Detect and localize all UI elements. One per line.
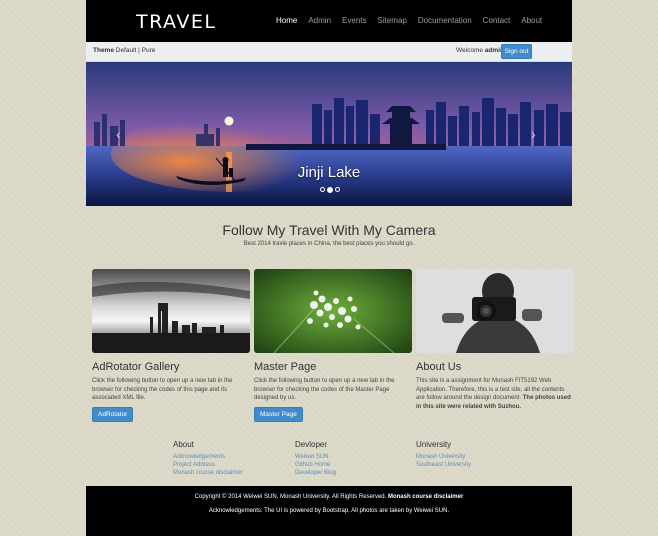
footer-link-weiwei-sun[interactable]: Weiwei SUN	[295, 453, 336, 461]
nav-sitemap[interactable]: Sitemap	[378, 16, 407, 25]
carousel-prev-icon[interactable]: ‹	[116, 126, 121, 142]
welcome-text: Welcome admin	[456, 47, 504, 54]
footer-link-github-home[interactable]: Github Home	[295, 461, 336, 469]
footer-link-southeast-university[interactable]: Southeast University	[416, 461, 471, 469]
nav-events[interactable]: Events	[342, 16, 366, 25]
about-us-title: About Us	[416, 361, 462, 373]
footer-copyright: Copyright © 2014 Weiwei SUN, Monash Univ…	[194, 494, 387, 500]
theme-label: Theme	[93, 47, 114, 54]
footer-acknowledgements: Acknowledgements: The UI is powered by B…	[208, 508, 450, 514]
theme-selector: Theme Default | Pure	[93, 47, 155, 54]
footer-copyright-line: Copyright © 2014 Weiwei SUN, Monash Univ…	[86, 494, 572, 500]
about-us-description: This site is a assignment for Monash FIT…	[416, 377, 574, 411]
footer-link-monash-disclaimer[interactable]: Monash course disclaimer	[173, 469, 243, 477]
footer-about-title: About	[173, 440, 194, 449]
footer-devloper-column: Devloper Weiwei SUN Github Home Develope…	[295, 440, 336, 477]
adrotator-description: Click the following button to open up a …	[92, 378, 233, 401]
theme-bar: Theme Default | Pure Welcome admin Sign …	[86, 42, 572, 62]
footer-devloper-title: Devloper	[295, 440, 328, 449]
site-footer: Copyright © 2014 Weiwei SUN, Monash Univ…	[86, 486, 572, 536]
brand-logo[interactable]: TRAVEL	[136, 11, 216, 33]
feature-adrotator: AdRotator Gallery Click the following bu…	[92, 269, 250, 422]
welcome-label: Welcome	[456, 47, 483, 54]
footer-about-column: About Acknowledgements Project Address M…	[173, 440, 243, 477]
adrotator-title: AdRotator Gallery	[92, 361, 180, 373]
footer-university-column: University Monash University Southeast U…	[416, 440, 471, 469]
about-us-thumbnail	[416, 269, 574, 353]
footer-link-developer-blog[interactable]: Developer Blog	[295, 469, 336, 477]
nav-contact[interactable]: Contact	[483, 16, 511, 25]
nav-admin[interactable]: Admin	[308, 16, 331, 25]
nav-documentation[interactable]: Documentation	[418, 16, 472, 25]
footer-link-acknowledgements[interactable]: Acknowledgements	[173, 453, 243, 461]
master-page-description: Click the following button to open up a …	[254, 378, 395, 401]
footer-link-project-address[interactable]: Project Address	[173, 461, 243, 469]
feature-about-us: About Us This site is a assignment for M…	[416, 269, 574, 411]
master-page-thumbnail	[254, 269, 412, 353]
carousel-next-icon[interactable]: ›	[531, 126, 536, 142]
adrotator-thumbnail	[92, 269, 250, 353]
carousel-indicator-2[interactable]	[327, 186, 333, 193]
carousel-indicator-1[interactable]	[320, 187, 325, 192]
carousel-indicators	[320, 186, 340, 193]
master-page-button[interactable]: Master Page	[254, 406, 303, 422]
master-page-title: Master Page	[254, 361, 317, 373]
carousel-slide-image	[86, 62, 572, 206]
feature-master-page: Master Page Click the following button t…	[254, 269, 412, 422]
main-nav: Home Admin Events Sitemap Documentation …	[276, 16, 553, 25]
carousel-caption: Jinji Lake	[297, 164, 361, 181]
adrotator-button[interactable]: AdRotator	[92, 406, 134, 422]
footer-disclaimer-link[interactable]: Monash course disclaimer	[388, 494, 463, 500]
nav-home[interactable]: Home	[276, 16, 297, 25]
nav-about[interactable]: About	[521, 16, 542, 25]
page-subtitle: Best 2014 travle places in China, the be…	[243, 241, 415, 247]
theme-options[interactable]: Default | Pure	[116, 47, 156, 54]
footer-university-title: University	[416, 440, 452, 449]
hero-carousel: ‹ › Jinji Lake	[86, 62, 572, 206]
footer-link-monash-university[interactable]: Monash University	[416, 453, 471, 461]
carousel-indicator-3[interactable]	[335, 187, 340, 192]
page-title: Follow My Travel With My Camera	[222, 222, 436, 238]
sign-out-button[interactable]: Sign out	[501, 44, 532, 59]
navbar: TRAVEL Home Admin Events Sitemap Documen…	[86, 0, 572, 42]
